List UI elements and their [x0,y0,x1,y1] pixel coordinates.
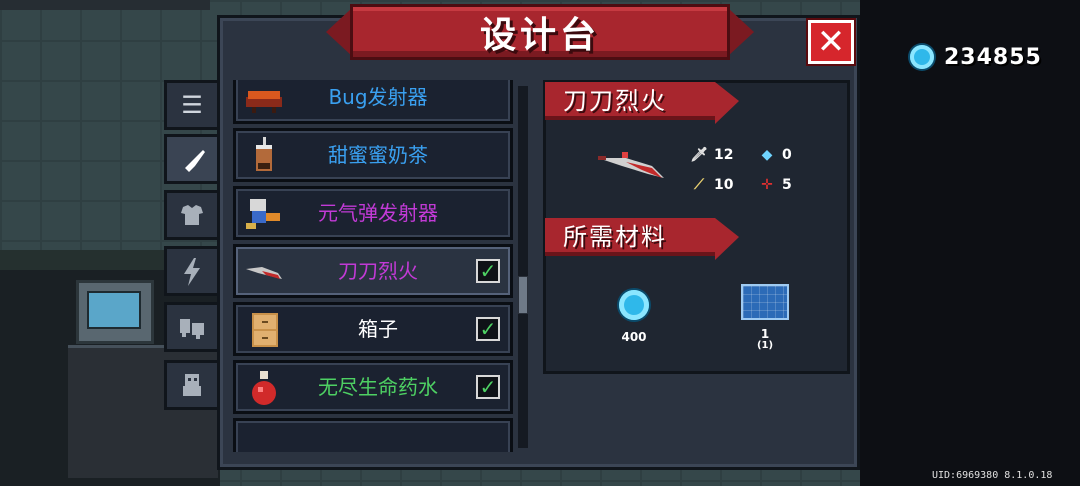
lightning-icon [184,258,200,286]
materials-ribbon: 所需材料 [545,218,715,256]
tab-character[interactable] [164,360,220,410]
list-item[interactable]: 元气弹发射器 [233,186,513,240]
scrollbar-track[interactable] [518,86,528,448]
currency-display: 234855 [910,42,1042,72]
item-name: 箱子 [358,317,398,341]
pet-icon [180,319,204,339]
background-monitor [76,280,154,344]
item-title-ribbon: 刀刀烈火 [545,82,715,120]
critical-icon: ⟋ [694,177,704,193]
character-icon [183,374,201,396]
potion-icon [252,371,276,405]
scrollbar-thumb[interactable] [518,276,528,314]
weapon-icon [185,150,205,172]
title-ribbon-tail-left [326,8,352,56]
list-item[interactable]: 箱子 ✓ [233,302,513,356]
tab-pet[interactable] [164,302,220,352]
stat-damage-value: 12 [714,147,734,163]
material-blueprint: 1 (1) [738,284,792,352]
tab-list[interactable]: ☰ [164,80,220,130]
uid-label: UID:6969380 8.1.0.18 [932,470,1053,481]
bug-launcher-icon [246,91,282,113]
stat-damage: 🗡 12 [690,146,733,164]
stat-critical: ⟋ 10 [690,176,733,194]
page-title: 设计台 [350,4,730,60]
close-button[interactable]: ✕ [808,20,854,64]
armor-icon [181,205,203,225]
blueprint-list[interactable]: Bug发射器 甜蜜蜜奶茶 元气弹发射器 刀刀烈火 ✓ 箱子 ✓ 无尽生命药水 ✓ [229,80,515,452]
list-item[interactable]: 无尽生命药水 ✓ [233,360,513,414]
item-name: Bug发射器 [328,85,428,109]
stat-energy-value: 0 [782,147,792,163]
material-gems: 400 [608,290,660,344]
fire-blade-icon [246,267,282,279]
stat-critical-value: 10 [714,177,734,193]
stat-accuracy: ✛ 5 [758,176,792,194]
energy-ball-launcher-icon [246,199,280,229]
owned-checkbox: ✓ [476,259,500,283]
item-name: 元气弹发射器 [318,201,438,225]
item-name: 甜蜜蜜奶茶 [328,143,428,167]
blueprint-icon [741,284,789,320]
owned-checkbox: ✓ [476,375,500,399]
material-owned: (1) [756,340,774,351]
stat-energy: ◆ 0 [758,146,792,164]
box-icon [252,313,278,347]
crosshair-icon: ✛ [761,177,773,193]
stat-accuracy-value: 5 [782,177,792,193]
energy-icon: ◆ [761,147,773,163]
ribbon-tail [715,218,739,260]
owned-checkbox: ✓ [476,317,500,341]
item-name: 刀刀烈火 [338,259,418,283]
tab-weapon[interactable] [164,134,224,184]
list-item[interactable]: Bug发射器 [233,80,513,124]
milk-tea-icon [256,137,272,171]
list-icon: ☰ [181,91,203,119]
gem-icon [619,290,649,320]
material-amount: 400 [621,330,647,344]
currency-value: 234855 [944,44,1042,70]
tab-skill[interactable] [164,246,220,296]
list-item-partial[interactable] [233,418,513,452]
background-wall-top [0,0,210,10]
sword-icon: 🗡 [690,147,708,163]
tab-armor[interactable] [164,190,220,240]
background-shadow-right [860,0,1080,486]
title-ribbon-tail-right [728,8,754,56]
ribbon-tail [715,82,739,124]
gem-icon [910,45,934,69]
list-item[interactable]: 甜蜜蜜奶茶 [233,128,513,182]
fire-blade-icon [598,152,664,178]
material-amount: 1 [760,327,770,341]
item-name: 无尽生命药水 [318,375,438,399]
list-item[interactable]: 刀刀烈火 ✓ [233,244,513,298]
